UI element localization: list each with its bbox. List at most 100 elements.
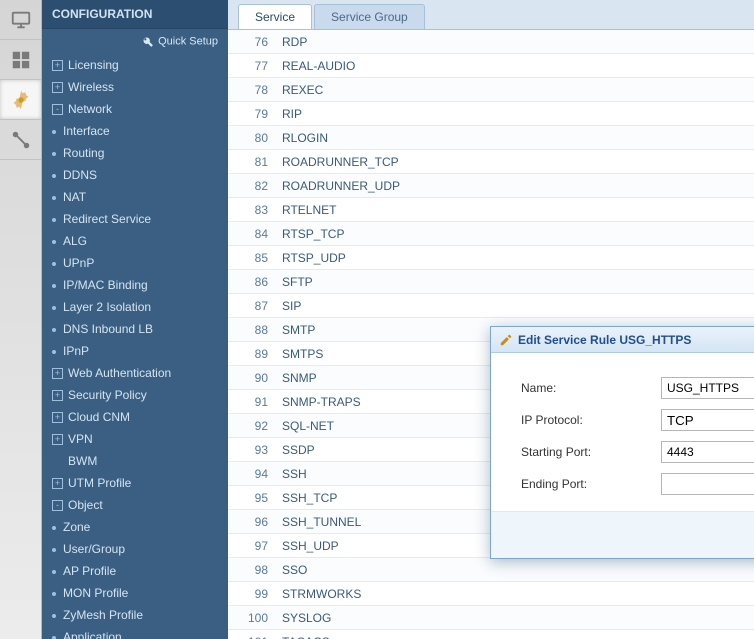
nav-item-label: Web Authentication — [68, 366, 171, 380]
edit-icon — [499, 333, 513, 347]
table-row[interactable]: 100SYSLOG — [228, 606, 754, 630]
row-index: 78 — [228, 83, 282, 97]
nav-item-cloud-cnm[interactable]: +Cloud CNM — [42, 406, 228, 428]
table-row[interactable]: 76RDP — [228, 30, 754, 54]
rail-gear-icon[interactable] — [0, 80, 41, 120]
nav-item-upnp[interactable]: UPnP — [42, 252, 228, 274]
table-row[interactable]: 79RIP — [228, 102, 754, 126]
quick-setup-label: Quick Setup — [158, 35, 218, 47]
nav-item-label: UPnP — [63, 256, 94, 270]
nav-item-zone[interactable]: Zone — [42, 516, 228, 538]
rail-monitor-icon[interactable] — [0, 0, 41, 40]
bullet-icon — [52, 130, 56, 134]
tab-bar: ServiceService Group — [228, 0, 754, 30]
nav-item-mon-profile[interactable]: MON Profile — [42, 582, 228, 604]
row-name: SSO — [282, 563, 754, 577]
row-index: 79 — [228, 107, 282, 121]
table-row[interactable]: 80RLOGIN — [228, 126, 754, 150]
sidebar: CONFIGURATION Quick Setup +Licensing+Wir… — [42, 0, 228, 639]
nav-item-label: AP Profile — [63, 564, 116, 578]
bullet-icon — [52, 350, 56, 354]
table-row[interactable]: 78REXEC — [228, 78, 754, 102]
quick-setup-button[interactable]: Quick Setup — [42, 29, 228, 54]
table-row[interactable]: 87SIP — [228, 294, 754, 318]
nav-item-alg[interactable]: ALG — [42, 230, 228, 252]
bullet-icon — [52, 614, 56, 618]
row-name: RTSP_UDP — [282, 251, 754, 265]
dialog-title: Edit Service Rule USG_HTTPS — [518, 333, 754, 347]
row-name: RIP — [282, 107, 754, 121]
tab-service[interactable]: Service — [238, 4, 312, 29]
nav-item-redirect-service[interactable]: Redirect Service — [42, 208, 228, 230]
table-row[interactable]: 81ROADRUNNER_TCP — [228, 150, 754, 174]
dialog-body: Name: IP Protocol: Starting Port: (1..65… — [491, 353, 754, 511]
nav-item-ddns[interactable]: DDNS — [42, 164, 228, 186]
bullet-icon — [52, 548, 56, 552]
nav-item-routing[interactable]: Routing — [42, 142, 228, 164]
ending-port-input[interactable] — [661, 473, 754, 495]
nav-item-label: Application — [63, 630, 122, 639]
gear-icon — [10, 89, 32, 111]
ip-protocol-select[interactable] — [661, 409, 754, 431]
nav-item-dns-inbound-lb[interactable]: DNS Inbound LB — [42, 318, 228, 340]
nav-item-user-group[interactable]: User/Group — [42, 538, 228, 560]
row-name: REAL-AUDIO — [282, 59, 754, 73]
nav-item-zymesh-profile[interactable]: ZyMesh Profile — [42, 604, 228, 626]
starting-port-label: Starting Port: — [521, 445, 661, 459]
row-index: 89 — [228, 347, 282, 361]
table-row[interactable]: 82ROADRUNNER_UDP — [228, 174, 754, 198]
table-row[interactable]: 77REAL-AUDIO — [228, 54, 754, 78]
table-row[interactable]: 99STRMWORKS — [228, 582, 754, 606]
nav-item-layer-2-isolation[interactable]: Layer 2 Isolation — [42, 296, 228, 318]
table-row[interactable]: 83RTELNET — [228, 198, 754, 222]
row-index: 96 — [228, 515, 282, 529]
table-row[interactable]: 84RTSP_TCP — [228, 222, 754, 246]
bullet-icon — [52, 328, 56, 332]
nav-item-web-authentication[interactable]: + Web Authentication — [42, 362, 228, 384]
nav-item-ip-mac-binding[interactable]: IP/MAC Binding — [42, 274, 228, 296]
row-name: RTELNET — [282, 203, 754, 217]
nav-item-security-policy[interactable]: +Security Policy — [42, 384, 228, 406]
nav-item-label: ALG — [63, 234, 87, 248]
starting-port-input[interactable] — [661, 441, 754, 463]
name-input[interactable] — [661, 377, 754, 399]
expand-icon: + — [52, 368, 63, 379]
nav-item-label: Wireless — [68, 80, 114, 94]
nav-item-label: Network — [68, 102, 112, 116]
nav-item-application[interactable]: Application — [42, 626, 228, 639]
nav-item-label: Routing — [63, 146, 104, 160]
nav-item-utm-profile[interactable]: +UTM Profile — [42, 472, 228, 494]
dialog-titlebar[interactable]: Edit Service Rule USG_HTTPS ? ✕ — [491, 327, 754, 353]
sidebar-title: CONFIGURATION — [42, 0, 228, 29]
row-index: 101 — [228, 635, 282, 639]
collapse-icon: - — [52, 500, 63, 511]
table-row[interactable]: 98SSO — [228, 558, 754, 582]
rail-flow-icon[interactable] — [0, 120, 41, 160]
nav-item-label: ZyMesh Profile — [63, 608, 143, 622]
tab-service-group[interactable]: Service Group — [314, 4, 425, 29]
nav-item-ap-profile[interactable]: AP Profile — [42, 560, 228, 582]
bullet-icon — [52, 240, 56, 244]
nav-item-interface[interactable]: Interface — [42, 120, 228, 142]
wrench-icon — [141, 35, 154, 48]
nav-item-wireless[interactable]: +Wireless — [42, 76, 228, 98]
table-row[interactable]: 85RTSP_UDP — [228, 246, 754, 270]
nav-item-label: Security Policy — [68, 388, 147, 402]
nav-item-ipnp[interactable]: IPnP — [42, 340, 228, 362]
bullet-icon — [52, 570, 56, 574]
nav-item-bwm[interactable]: BWM — [42, 450, 228, 472]
nav-item-network[interactable]: -Network — [42, 98, 228, 120]
nav-item-label: Redirect Service — [63, 212, 151, 226]
nav-item-object[interactable]: -Object — [42, 494, 228, 516]
row-index: 77 — [228, 59, 282, 73]
nav-item-nat[interactable]: NAT — [42, 186, 228, 208]
table-row[interactable]: 86SFTP — [228, 270, 754, 294]
expand-icon: + — [52, 60, 63, 71]
flow-icon — [10, 129, 32, 151]
row-index: 85 — [228, 251, 282, 265]
nav-item-licensing[interactable]: +Licensing — [42, 54, 228, 76]
rail-dashboard-icon[interactable] — [0, 40, 41, 80]
table-row[interactable]: 101TACACS — [228, 630, 754, 639]
nav-item-vpn[interactable]: +VPN — [42, 428, 228, 450]
name-label: Name: — [521, 381, 661, 395]
